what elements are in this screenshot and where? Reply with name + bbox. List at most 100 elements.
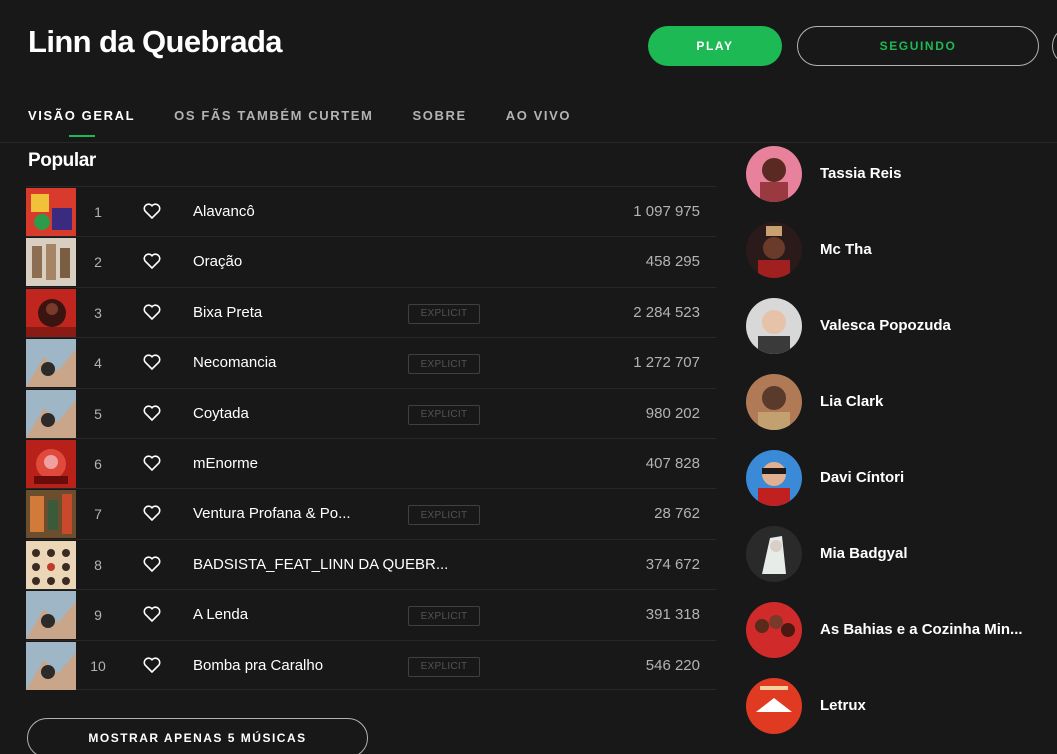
album-cover [26,490,76,539]
play-count: 546 220 [645,656,700,674]
track-row[interactable]: 2 Oração 458 295 [26,236,716,287]
related-artist-name[interactable]: Lia Clark [820,393,883,410]
explicit-badge: EXPLICIT [408,606,480,627]
track-number: 8 [94,556,102,573]
track-number: 6 [94,455,102,472]
artist-name: Linn da Quebrada [28,24,283,59]
heart-icon[interactable] [142,251,162,271]
explicit-badge: EXPLICIT [408,303,480,324]
artist-avatar [746,146,802,202]
track-title[interactable]: Oração [193,253,242,270]
album-cover [26,188,76,236]
play-count: 407 828 [645,454,700,472]
explicit-badge: EXPLICIT [408,656,480,677]
related-artist-item[interactable]: Tassia Reis [746,146,1057,222]
heart-icon[interactable] [142,453,162,473]
heart-icon[interactable] [142,352,162,372]
track-row[interactable]: 9 A Lenda EXPLICIT 391 318 [26,589,716,640]
explicit-badge: EXPLICIT [408,505,480,526]
artist-avatar [746,678,802,734]
play-count: 1 097 975 [633,203,700,220]
track-row[interactable]: 6 mEnorme 407 828 [26,437,716,488]
track-row[interactable]: 10 Bomba pra Caralho EXPLICIT 546 220 [26,639,716,690]
album-cover [26,439,76,488]
play-count: 374 672 [645,555,700,573]
album-cover [26,238,76,287]
heart-icon[interactable] [142,201,162,221]
track-row[interactable]: 1 Alavancô 1 097 975 [26,186,716,236]
album-cover [26,641,76,690]
track-number: 7 [94,506,102,523]
track-title[interactable]: mEnorme [193,455,258,472]
play-button[interactable]: PLAY [648,26,782,66]
related-artist-name[interactable]: Tassia Reis [820,165,901,182]
explicit-badge: EXPLICIT [408,404,480,425]
track-title[interactable]: Bixa Preta [193,304,262,321]
tabs-divider [0,142,1057,143]
album-cover [26,591,76,640]
related-artist-item[interactable]: Mia Badgyal [746,526,1057,602]
track-title[interactable]: Bomba pra Caralho [193,657,323,674]
artist-avatar [746,526,802,582]
related-artist-item[interactable]: Letrux [746,678,1057,754]
album-cover [26,389,76,438]
related-artist-name[interactable]: As Bahias e a Cozinha Min... [820,621,1023,638]
related-artist-name[interactable]: Letrux [820,697,866,714]
related-artist-item[interactable]: Mc Tha [746,222,1057,298]
related-artist-name[interactable]: Mia Badgyal [820,545,908,562]
related-artist-item[interactable]: Davi Cíntori [746,450,1057,526]
track-title[interactable]: A Lenda [193,606,248,623]
heart-icon[interactable] [142,302,162,322]
heart-icon[interactable] [142,503,162,523]
tab-overview[interactable]: VISÃO GERAL [28,108,135,137]
artist-avatar [746,450,802,506]
artist-tabs: VISÃO GERAL OS FÃS TAMBÉM CURTEM SOBRE A… [28,108,610,137]
related-artist-name[interactable]: Davi Cíntori [820,469,904,486]
track-row[interactable]: 5 Coytada EXPLICIT 980 202 [26,387,716,438]
heart-icon[interactable] [142,403,162,423]
track-row[interactable]: 3 Bixa Preta EXPLICIT 2 284 523 [26,286,716,337]
track-title[interactable]: Ventura Profana & Po... [193,505,351,522]
play-count: 391 318 [645,606,700,624]
track-title[interactable]: Necomancia [193,354,276,371]
track-title[interactable]: BADSISTA_FEAT_LINN DA QUEBR... [193,556,448,573]
track-row[interactable]: 8 BADSISTA_FEAT_LINN DA QUEBR... 374 672 [26,538,716,589]
show-fewer-songs-button[interactable]: MOSTRAR APENAS 5 MÚSICAS [27,718,368,754]
heart-icon[interactable] [142,604,162,624]
related-artist-item[interactable]: Lia Clark [746,374,1057,450]
related-artist-name[interactable]: Mc Tha [820,241,872,258]
track-number: 4 [94,355,102,372]
related-artist-name[interactable]: Valesca Popozuda [820,317,951,334]
heart-icon[interactable] [142,655,162,675]
track-number: 1 [94,204,102,220]
play-count: 2 284 523 [633,303,700,321]
track-number: 2 [94,254,102,271]
popular-tracklist: 1 Alavancô 1 097 975 2 Oração 458 295 3 … [26,186,716,690]
popular-heading: Popular [28,150,96,171]
play-count: 28 762 [654,505,700,523]
artist-avatar [746,298,802,354]
tab-live[interactable]: AO VIVO [506,108,571,137]
artist-avatar [746,602,802,658]
play-count: 458 295 [645,253,700,271]
explicit-badge: EXPLICIT [408,354,480,375]
related-artists-list: Tassia Reis Mc Tha Valesca Popozuda Lia … [746,146,1057,754]
track-row[interactable]: 4 Necomancia EXPLICIT 1 272 707 [26,337,716,388]
track-row[interactable]: 7 Ventura Profana & Po... EXPLICIT 28 76… [26,488,716,539]
artist-header: Linn da Quebrada PLAY SEGUINDO VISÃO GER… [0,0,1057,150]
artist-avatar [746,222,802,278]
related-artist-item[interactable]: As Bahias e a Cozinha Min... [746,602,1057,678]
following-button[interactable]: SEGUINDO [797,26,1039,66]
track-title[interactable]: Alavancô [193,203,255,220]
track-title[interactable]: Coytada [193,405,249,422]
artist-avatar [746,374,802,430]
track-number: 5 [94,405,102,422]
track-number: 3 [94,304,102,321]
tab-fans-also-like[interactable]: OS FÃS TAMBÉM CURTEM [174,108,373,137]
heart-icon[interactable] [142,554,162,574]
more-options-button[interactable] [1052,26,1057,66]
play-count: 1 272 707 [633,354,700,372]
tab-about[interactable]: SOBRE [412,108,466,137]
related-artist-item[interactable]: Valesca Popozuda [746,298,1057,374]
play-count: 980 202 [645,404,700,422]
